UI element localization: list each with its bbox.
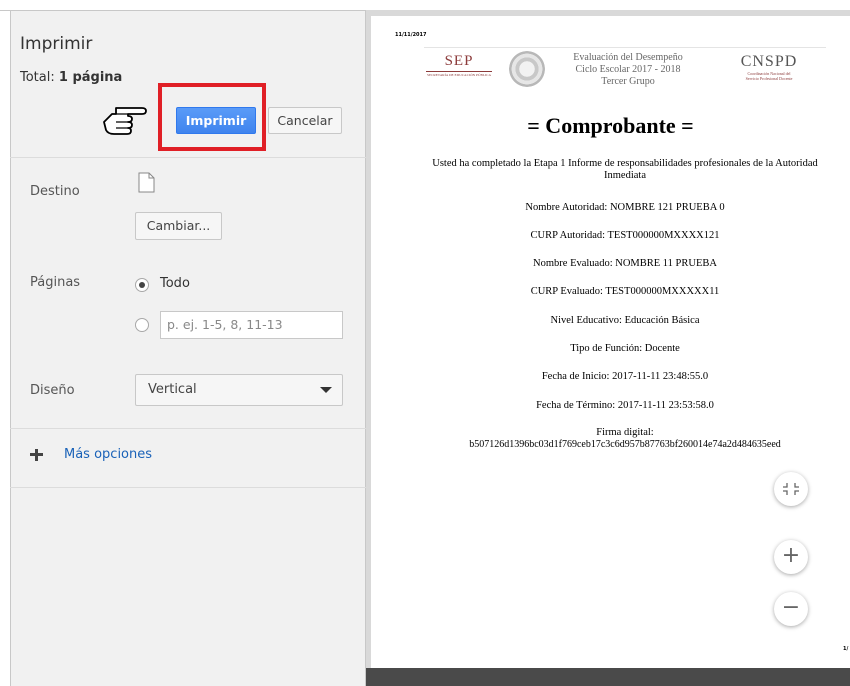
header-rule (424, 47, 826, 48)
eval-line-3: Tercer Grupo (601, 76, 655, 87)
sep-logo: SEP SECRETARÍA DE EDUCACIÓN PÚBLICA (426, 53, 492, 77)
receipt-education-level: Nivel Educativo: Educación Básica (550, 315, 700, 326)
receipt-function-type: Tipo de Función: Docente (570, 343, 680, 354)
receipt-authority-curp: CURP Autoridad: TEST000000MXXXX121 (530, 230, 720, 241)
evaluation-header: Evaluación del Desempeño Ciclo Escolar 2… (548, 52, 708, 88)
layout-label: Diseño (30, 383, 75, 398)
pages-custom-input[interactable]: p. ej. 1-5, 8, 11-13 (160, 311, 343, 339)
sep-logo-subtitle: SECRETARÍA DE EDUCACIÓN PÚBLICA (427, 73, 491, 77)
receipt-signature-label: Firma digital: (596, 427, 654, 438)
receipt-authority-name: Nombre Autoridad: NOMBRE 121 PRUEBA 0 (525, 202, 725, 213)
sep-logo-text: SEP (444, 53, 474, 69)
sep-logo-rule (426, 71, 492, 72)
receipt-end-date: Fecha de Término: 2017-11-11 23:53:58.0 (536, 400, 714, 411)
layout-selected-value: Vertical (148, 382, 197, 397)
preview-bottom-bar (366, 668, 850, 686)
total-value: 1 página (58, 70, 123, 85)
pointing-hand-icon (103, 107, 147, 135)
page-total: Total: 1 página (20, 70, 122, 85)
change-destination-button[interactable]: Cambiar... (135, 212, 222, 240)
receipt-start-date: Fecha de Inicio: 2017-11-11 23:48:55.0 (541, 371, 709, 382)
zoom-in-icon[interactable]: + (774, 540, 808, 574)
eval-line-1: Evaluación del Desempeño (573, 52, 683, 63)
receipt-evaluated-name: Nombre Evaluado: NOMBRE 11 PRUEBA (533, 258, 717, 269)
national-seal-icon (509, 51, 545, 87)
pages-custom-radio[interactable] (135, 318, 149, 332)
chevron-down-icon (320, 387, 332, 393)
dialog-title: Imprimir (20, 34, 93, 54)
plus-icon[interactable] (30, 448, 44, 462)
receipt-title: = Comprobante = (527, 113, 694, 138)
page-number-fragment: 1/ (843, 646, 849, 652)
pages-all-label: Todo (160, 276, 190, 291)
print-date: 11/11/2017 (395, 32, 427, 38)
print-button[interactable]: Imprimir (176, 107, 256, 134)
pages-all-radio[interactable] (135, 278, 149, 292)
receipt-evaluated-curp: CURP Evaluado: TEST000000MXXXXX11 (530, 286, 720, 297)
divider (10, 157, 366, 158)
pages-label: Páginas (30, 275, 81, 290)
total-prefix: Total: (20, 70, 55, 85)
cnspd-logo-text: CNSPD (740, 53, 798, 70)
receipt-intro: Usted ha completado la Etapa 1 Informe d… (432, 158, 818, 181)
zoom-out-icon[interactable]: − (774, 592, 808, 626)
layout-select[interactable]: Vertical (135, 374, 343, 406)
destination-label: Destino (30, 184, 80, 199)
more-options-link[interactable]: Más opciones (64, 447, 152, 462)
fit-to-page-glyph (783, 483, 799, 495)
document-icon (138, 172, 155, 193)
cancel-button[interactable]: Cancelar (268, 107, 342, 134)
divider (10, 487, 366, 488)
eval-line-2: Ciclo Escolar 2017 - 2018 (575, 64, 681, 75)
cnspd-logo: CNSPD Coordinación Nacional del Servicio… (714, 53, 824, 81)
fit-to-page-icon[interactable] (774, 472, 808, 506)
cnspd-subtitle-2: Servicio Profesional Docente (745, 76, 793, 81)
receipt-signature-value: b507126d1396bc03d1f769ceb17c3c6d957b8776… (469, 439, 781, 450)
divider (10, 428, 366, 429)
